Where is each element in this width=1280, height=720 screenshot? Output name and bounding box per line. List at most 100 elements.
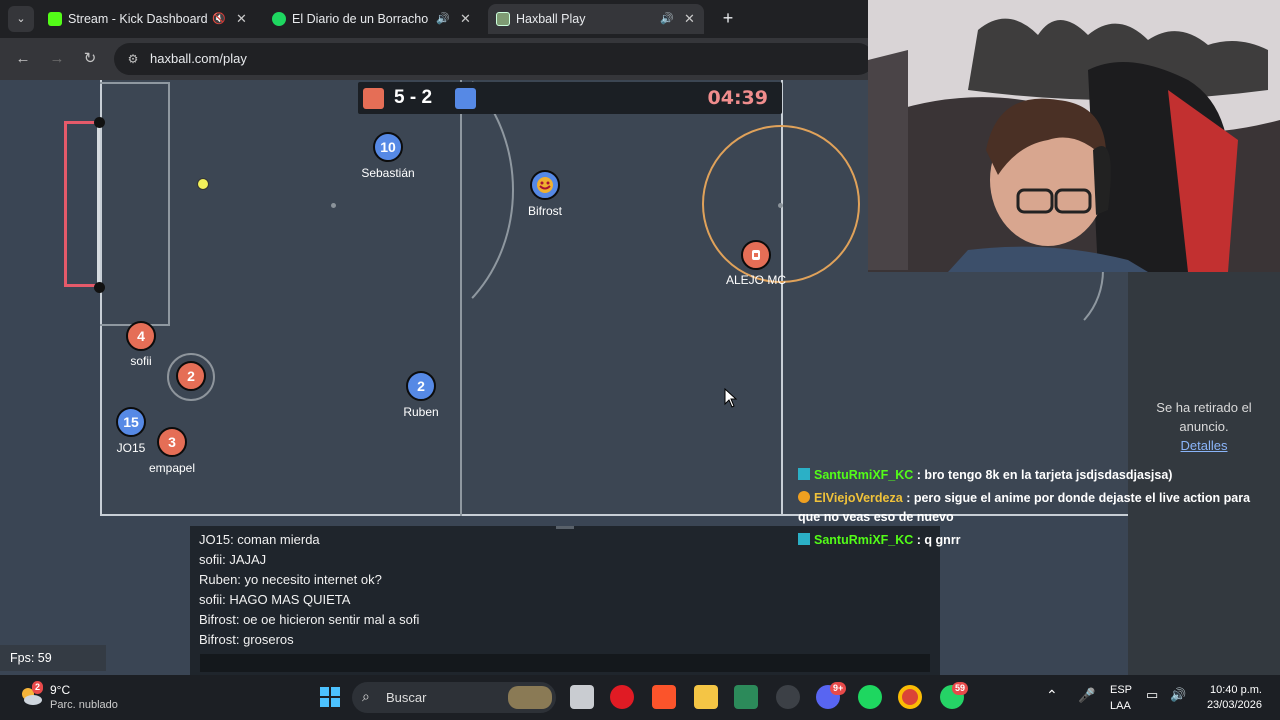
- chat-username: SantuRmiXF_KC: [814, 533, 914, 547]
- player-disc: 10: [373, 132, 403, 162]
- tab-kick-dashboard[interactable]: Stream - Kick Dashboard 🔇 ✕: [40, 4, 256, 34]
- ad-removed-text: Se ha retirado el anuncio. Detalles: [1128, 398, 1280, 455]
- network-icon[interactable]: ▭: [1146, 687, 1158, 703]
- sub-badge-icon: [798, 533, 810, 545]
- chat-message: sofii: JAJAJ: [199, 552, 267, 567]
- clock-date: 23/03/2026: [1206, 699, 1262, 711]
- player-name: ALEJO MC: [725, 273, 786, 287]
- haxball-icon: [496, 12, 510, 26]
- chat-text: : q gnrr: [913, 533, 961, 547]
- red-team-icon: [363, 88, 384, 109]
- chat-message: sofii: HAGO MAS QUIETA: [199, 592, 351, 607]
- search-placeholder: Buscar: [386, 690, 427, 705]
- opera-icon[interactable]: [610, 685, 634, 709]
- reload-icon[interactable]: ↻: [78, 47, 102, 71]
- task-view-icon[interactable]: [570, 685, 594, 709]
- player-name: Ruben: [403, 405, 439, 419]
- tab-label: El Diario de un Borracho (El: [292, 12, 428, 26]
- player-disc: [741, 240, 771, 270]
- tab-search-button[interactable]: ⌄: [8, 6, 34, 32]
- tab-bar: ⌄ Stream - Kick Dashboard 🔇 ✕ El Diario …: [0, 0, 868, 38]
- address-bar[interactable]: ⚙ haxball.com/play: [114, 43, 874, 75]
- goal-post-bottom: [94, 282, 105, 293]
- kick-icon: [48, 12, 62, 26]
- tab-label: Stream - Kick Dashboard: [68, 12, 208, 26]
- muted-icon[interactable]: 🔇: [212, 4, 226, 34]
- tab-haxball[interactable]: Haxball Play 🔊 ✕: [488, 4, 704, 34]
- chat-input[interactable]: [200, 654, 930, 672]
- tab-youtube-music[interactable]: El Diario de un Borracho (El 🔊 ✕: [264, 4, 480, 34]
- language-indicator[interactable]: ESP: [1110, 684, 1132, 696]
- webcam-video-image: [868, 0, 1280, 272]
- penalty-box-side: [168, 82, 170, 326]
- goal-line: [97, 122, 100, 288]
- chevron-up-icon[interactable]: ⌃: [1046, 687, 1058, 704]
- stream-chat-message: SantuRmiXF_KC : q gnrr: [798, 531, 1272, 550]
- close-icon[interactable]: ✕: [236, 4, 247, 34]
- chat-message: Bifrost: oe oe hicieron sentir mal a sof…: [199, 612, 420, 627]
- chat-username: ElViejoVerdeza: [814, 491, 903, 505]
- chrome-icon[interactable]: [898, 685, 922, 709]
- clock-time[interactable]: 10:40 p.m.: [1202, 684, 1262, 696]
- chat-text: : bro tengo 8k en la tarjeta jsdjsdasdja…: [913, 468, 1173, 482]
- whatsapp-badge: 59: [952, 682, 969, 695]
- discord-badge: 9+: [830, 682, 847, 695]
- taskbar-search[interactable]: ⌕ Buscar: [352, 682, 556, 713]
- stream-chat-message: SantuRmiXF_KC : bro tengo 8k en la tarje…: [798, 466, 1272, 485]
- blue-team-icon: [455, 88, 476, 109]
- warning-badge-icon: [798, 491, 810, 503]
- volume-icon[interactable]: 🔊: [1170, 687, 1186, 703]
- sub-badge-icon: [798, 468, 810, 480]
- player-name: Bifrost: [527, 204, 562, 218]
- goal-net: [64, 121, 101, 287]
- player-disc-self: 2: [176, 361, 206, 391]
- player-name: Sebastián: [361, 166, 415, 180]
- player-disc: [530, 170, 560, 200]
- site-info-icon[interactable]: ⚙: [124, 50, 142, 68]
- forward-icon[interactable]: →: [45, 47, 69, 71]
- resize-handle[interactable]: [556, 526, 574, 529]
- taskbar: 2 9°C Parc. nublado ⌕ Buscar 9+ 59 ⌃ 🎤 E…: [0, 675, 1280, 720]
- microphone-icon[interactable]: 🎤: [1078, 687, 1095, 704]
- search-icon: ⌕: [362, 688, 370, 704]
- windows-start-icon[interactable]: [318, 685, 342, 709]
- scoreboard: 5 - 2 04:39: [358, 82, 782, 114]
- brave-icon[interactable]: [652, 685, 676, 709]
- new-tab-button[interactable]: +: [714, 4, 742, 32]
- app-icon[interactable]: [776, 685, 800, 709]
- back-icon[interactable]: ←: [11, 47, 35, 71]
- webcam-overlay: [868, 0, 1280, 272]
- nav-bar: ← → ↻ ⚙ haxball.com/play: [0, 38, 874, 80]
- file-explorer-icon[interactable]: [694, 685, 718, 709]
- player-disc: 4: [126, 321, 156, 351]
- close-icon[interactable]: ✕: [460, 4, 471, 34]
- spot: [331, 203, 336, 208]
- tab-label: Haxball Play: [516, 12, 586, 26]
- chat-username: SantuRmiXF_KC: [814, 468, 914, 482]
- ad-removed-label: Se ha retirado el anuncio.: [1156, 400, 1252, 434]
- weather-temp: 9°C: [50, 683, 71, 697]
- player-disc: 2: [406, 371, 436, 401]
- weather-desc: Parc. nublado: [50, 699, 118, 711]
- fps-counter: Fps: 59: [0, 645, 106, 671]
- audio-icon[interactable]: 🔊: [660, 4, 674, 34]
- search-highlight-image: [508, 686, 552, 709]
- spotify-icon: [272, 12, 286, 26]
- score: 5 - 2: [394, 87, 433, 108]
- close-icon[interactable]: ✕: [684, 4, 695, 34]
- audio-icon[interactable]: 🔊: [436, 4, 450, 34]
- spotify-icon[interactable]: [858, 685, 882, 709]
- chat-message: Ruben: yo necesito internet ok?: [199, 572, 382, 587]
- emoji-avatar-icon: [752, 250, 760, 260]
- mouse-cursor-icon: [724, 388, 738, 408]
- chat-message: Bifrost: groseros: [199, 632, 294, 647]
- penalty-box-top: [100, 82, 170, 84]
- match-timer: 04:39: [707, 87, 768, 109]
- url-text: haxball.com/play: [150, 51, 247, 66]
- ad-details-link[interactable]: Detalles: [1181, 438, 1228, 453]
- ball: [197, 178, 209, 190]
- stream-chat-message: ElViejoVerdeza : pero sigue el anime por…: [798, 489, 1272, 527]
- app-icon[interactable]: [734, 685, 758, 709]
- weather-badge: 2: [32, 681, 44, 694]
- player-name: empapel: [148, 461, 196, 475]
